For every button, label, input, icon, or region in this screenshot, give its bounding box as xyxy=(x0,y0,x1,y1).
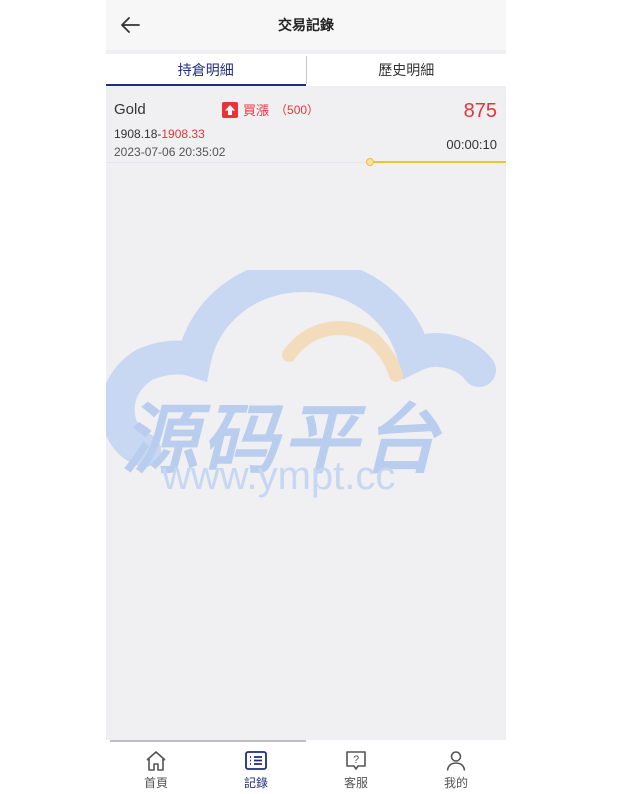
help-chat-icon: ? xyxy=(346,751,366,770)
tab-history[interactable]: 歷史明細 xyxy=(307,54,507,86)
cloud-logo xyxy=(106,270,496,467)
trade-prices: 1908.18-1908.33 xyxy=(114,127,205,141)
trade-lots: （500） xyxy=(275,103,320,117)
svg-text:?: ? xyxy=(353,754,359,766)
nav-item-home[interactable]: 首頁 xyxy=(106,740,206,794)
nav-item-records[interactable]: 記錄 xyxy=(206,740,306,794)
nav-label-profile: 我的 xyxy=(443,776,468,790)
current-price: 1908.33 xyxy=(161,127,205,141)
home-icon xyxy=(146,751,166,771)
progress-knob xyxy=(366,158,374,166)
watermark-url: www.ympt.cc xyxy=(162,454,396,498)
open-price: 1908.18- xyxy=(114,127,162,141)
tab-open-positions[interactable]: 持倉明細 xyxy=(106,54,306,86)
app-screen: 交易記錄 持倉明細 歷史明細 Gold 買漲 （500） 875 1908.18… xyxy=(106,0,506,794)
nav-label-home: 首頁 xyxy=(143,776,168,790)
page-title: 交易記錄 xyxy=(278,17,334,33)
watermark-title: 源码平台 xyxy=(122,398,442,483)
trade-row[interactable]: Gold 買漲 （500） 875 1908.18-1908.33 2023-0… xyxy=(106,92,506,166)
trade-datetime: 2023-07-06 20:35:02 xyxy=(114,145,226,159)
tab-bar: 持倉明細 歷史明細 xyxy=(106,54,506,86)
countdown-timer: 00:00:10 xyxy=(446,137,497,152)
progress-fill xyxy=(370,161,506,163)
list-icon xyxy=(245,751,267,770)
user-icon xyxy=(446,751,466,771)
nav-label-support: 客服 xyxy=(343,776,368,790)
back-arrow-icon[interactable] xyxy=(119,13,143,37)
nav-indicator xyxy=(110,740,306,742)
nav-item-support[interactable]: ? 客服 xyxy=(306,740,406,794)
watermark: 源码平台 www.ympt.cc xyxy=(106,270,506,520)
trade-direction: 買漲 （500） xyxy=(222,100,319,119)
trade-amount: 875 xyxy=(463,100,497,122)
header: 交易記錄 xyxy=(106,0,506,50)
nav-label-records: 記錄 xyxy=(243,776,268,790)
arrow-up-icon xyxy=(222,101,238,118)
trade-symbol: Gold xyxy=(114,101,146,118)
bottom-nav: 首頁 記錄 ? 客服 我的 xyxy=(106,740,506,794)
nav-item-profile[interactable]: 我的 xyxy=(406,740,506,794)
direction-label: 買漲 xyxy=(243,103,270,118)
